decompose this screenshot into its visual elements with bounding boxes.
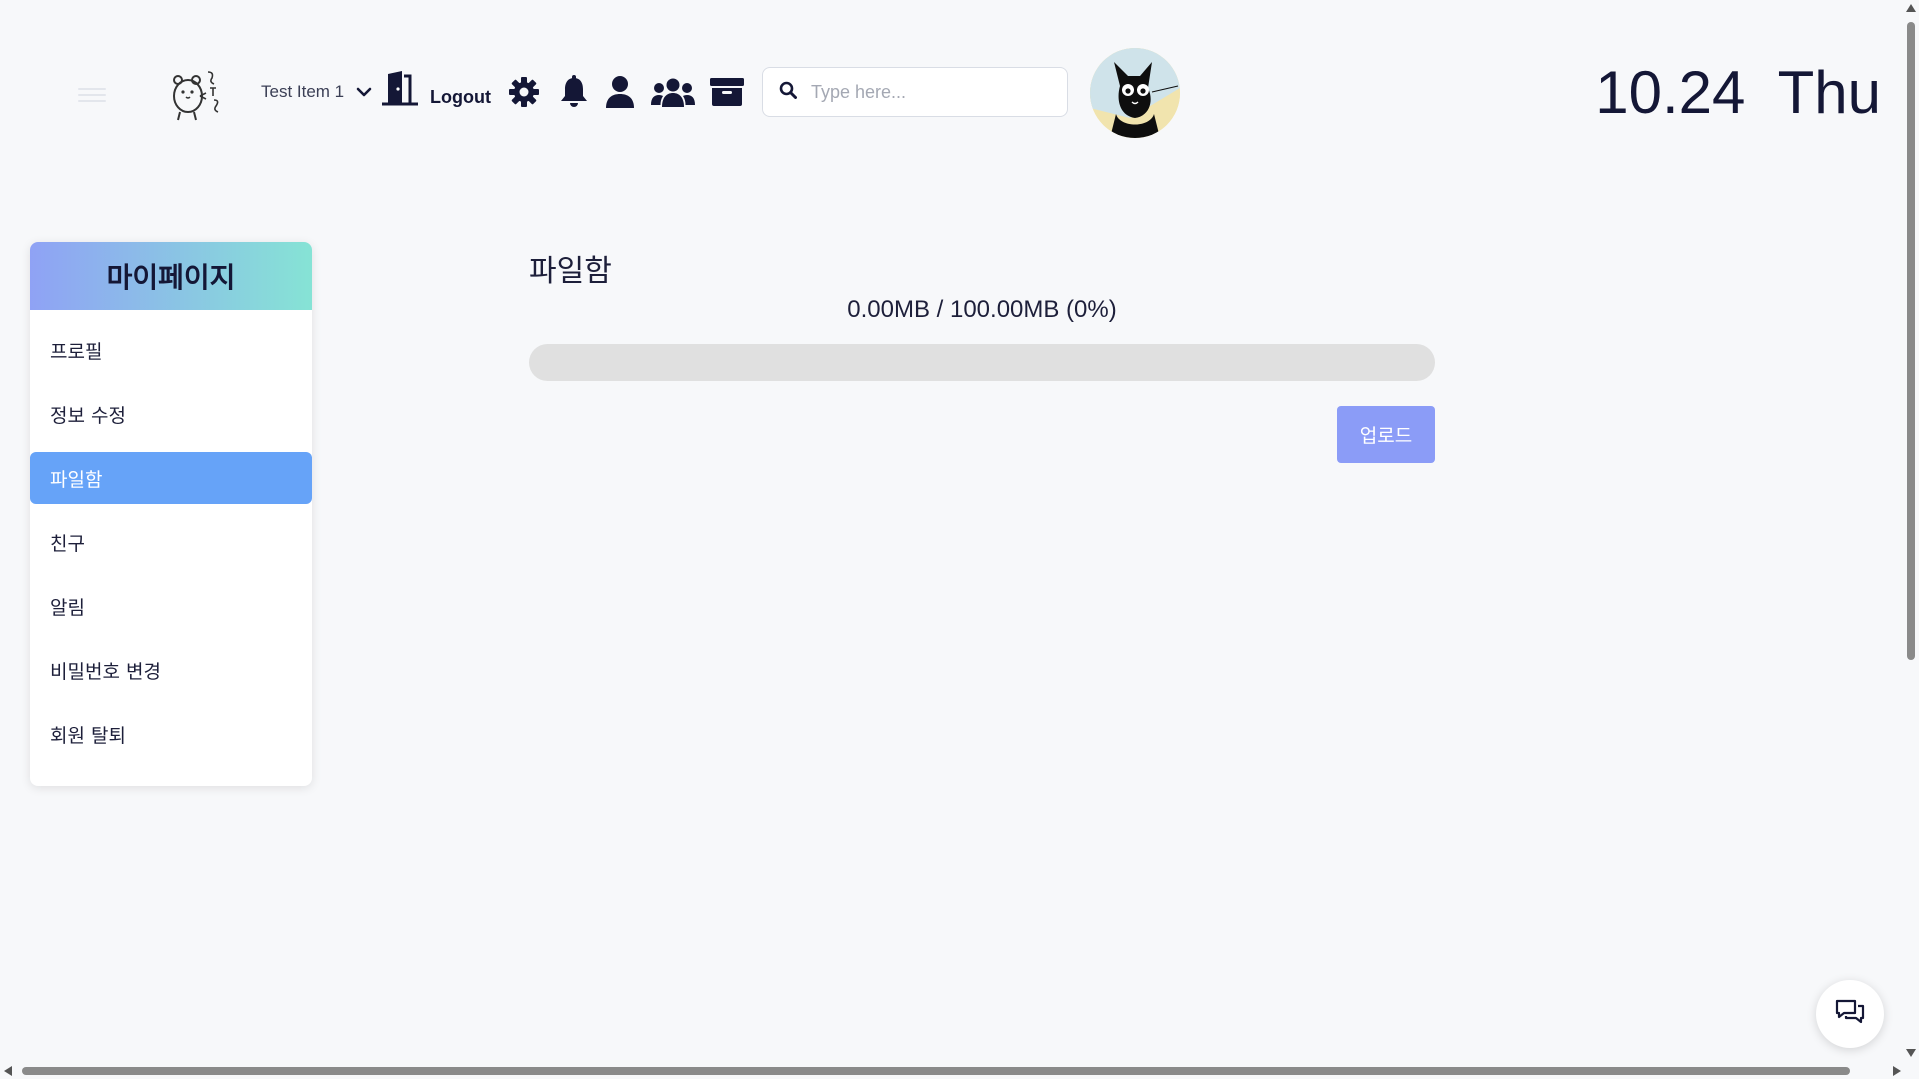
date-display: 10.24 Thu bbox=[1595, 59, 1881, 126]
logout-button[interactable]: Logout bbox=[380, 71, 491, 110]
sidebar-item-edit-info[interactable]: 정보 수정 bbox=[30, 388, 312, 440]
storage-usage-text: 0.00MB / 100.00MB (0%) bbox=[847, 296, 1117, 323]
gear-icon[interactable] bbox=[506, 74, 542, 110]
user-icon[interactable] bbox=[602, 74, 638, 110]
scroll-down-arrow-icon[interactable] bbox=[1906, 1049, 1916, 1057]
storage-progress-bar bbox=[529, 344, 1435, 381]
search-input[interactable] bbox=[809, 80, 1053, 104]
bell-icon[interactable] bbox=[556, 74, 592, 110]
logo-icon[interactable] bbox=[164, 66, 230, 122]
sidebar-item-files[interactable]: 파일함 bbox=[30, 452, 312, 504]
menu-icon[interactable] bbox=[78, 88, 106, 102]
chevron-down-icon bbox=[356, 83, 372, 102]
sidebar: 마이페이지 프로필 정보 수정 파일함 친구 알림 비밀번호 변경 회원 탈퇴 bbox=[30, 242, 312, 786]
scroll-left-arrow-icon[interactable] bbox=[4, 1066, 12, 1076]
users-icon[interactable] bbox=[650, 74, 696, 110]
chat-button[interactable] bbox=[1816, 980, 1884, 1048]
search-box[interactable] bbox=[762, 67, 1068, 117]
search-icon bbox=[779, 81, 797, 103]
item-dropdown[interactable]: Test Item 1 bbox=[261, 78, 372, 106]
upload-button[interactable]: 업로드 bbox=[1337, 406, 1435, 463]
archive-icon[interactable] bbox=[708, 74, 746, 110]
door-icon bbox=[380, 70, 420, 110]
sidebar-item-change-password[interactable]: 비밀번호 변경 bbox=[30, 644, 312, 696]
sidebar-menu: 프로필 정보 수정 파일함 친구 알림 비밀번호 변경 회원 탈퇴 bbox=[30, 310, 312, 760]
logout-label: Logout bbox=[430, 87, 491, 107]
horizontal-scrollbar[interactable] bbox=[0, 1063, 1903, 1079]
vertical-scrollbar[interactable] bbox=[1903, 0, 1919, 1079]
chat-icon bbox=[1834, 998, 1866, 1030]
avatar[interactable] bbox=[1090, 48, 1180, 138]
scroll-up-arrow-icon[interactable] bbox=[1906, 4, 1916, 12]
dropdown-label: Test Item 1 bbox=[261, 82, 345, 101]
scroll-right-arrow-icon[interactable] bbox=[1893, 1066, 1901, 1076]
sidebar-item-withdraw[interactable]: 회원 탈퇴 bbox=[30, 708, 312, 760]
sidebar-item-profile[interactable]: 프로필 bbox=[30, 324, 312, 376]
sidebar-title: 마이페이지 bbox=[30, 242, 312, 310]
horizontal-scroll-thumb[interactable] bbox=[22, 1067, 1850, 1075]
page-title: 파일함 bbox=[529, 254, 612, 289]
vertical-scroll-thumb[interactable] bbox=[1907, 22, 1915, 660]
sidebar-item-friends[interactable]: 친구 bbox=[30, 516, 312, 568]
sidebar-item-notifications[interactable]: 알림 bbox=[30, 580, 312, 632]
